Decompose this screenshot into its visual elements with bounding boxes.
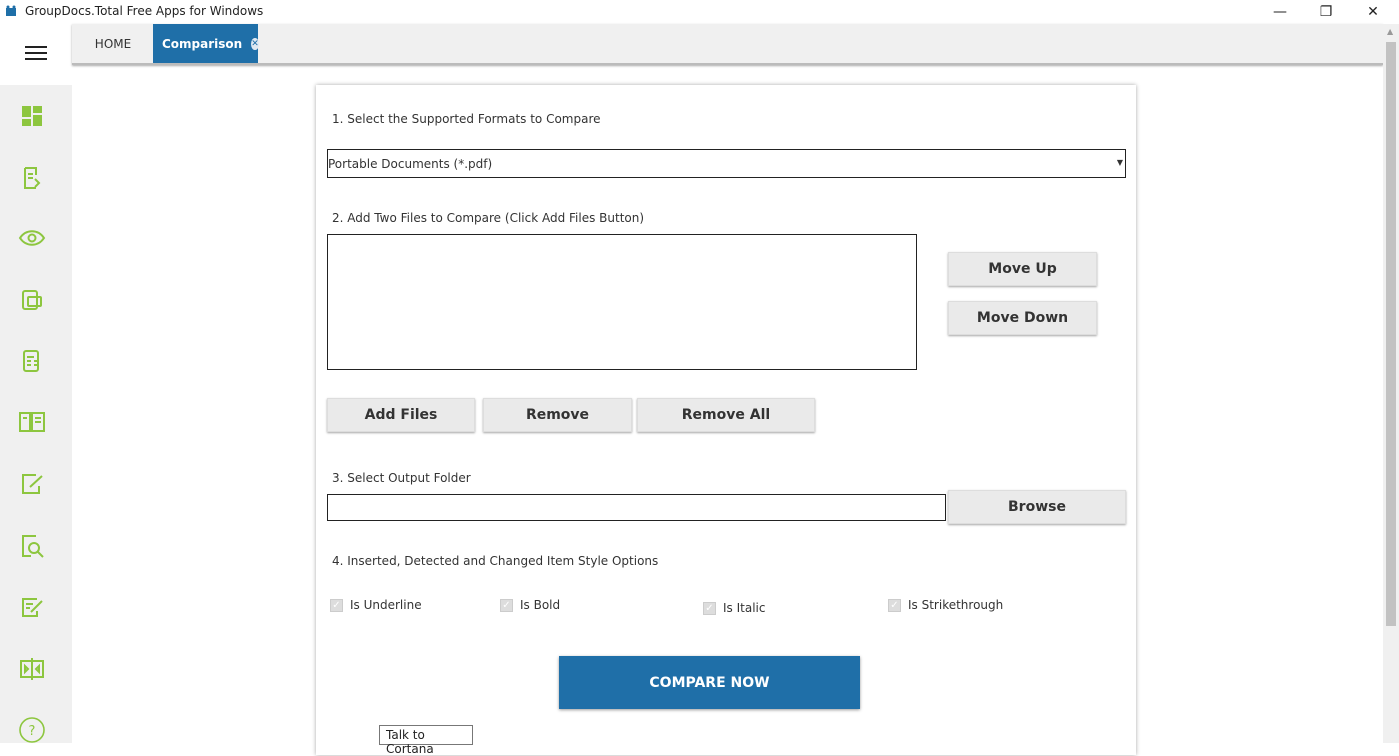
window-title: GroupDocs.Total Free Apps for Windows: [25, 4, 264, 18]
document-split-icon[interactable]: [18, 408, 46, 436]
close-window-button[interactable]: ✕: [1350, 0, 1396, 24]
document-merge-icon[interactable]: [18, 286, 46, 314]
add-files-button[interactable]: Add Files: [327, 398, 475, 432]
remove-all-button[interactable]: Remove All: [637, 398, 815, 432]
document-search-icon[interactable]: [18, 532, 46, 560]
remove-button[interactable]: Remove: [483, 398, 632, 432]
restore-button[interactable]: ❐: [1303, 0, 1349, 24]
chevron-down-icon: ▼: [1116, 158, 1123, 167]
compare-now-button[interactable]: COMPARE NOW: [559, 656, 860, 709]
svg-text:?: ?: [29, 724, 36, 739]
dashboard-icon[interactable]: [18, 102, 46, 130]
close-tab-icon[interactable]: ✕: [251, 37, 259, 50]
format-selected-value: Portable Documents (*.pdf): [328, 157, 493, 171]
step1-label: 1. Select the Supported Formats to Compa…: [332, 112, 601, 126]
title-bar: GroupDocs.Total Free Apps for Windows — …: [0, 0, 1399, 24]
minimize-button[interactable]: —: [1257, 0, 1303, 24]
format-select[interactable]: Portable Documents (*.pdf) ▼: [327, 149, 1126, 178]
hamburger-menu-icon[interactable]: [25, 46, 47, 62]
checkbox-label: Is Strikethrough: [908, 598, 1004, 612]
checkmark-icon: ✓: [888, 598, 901, 612]
document-convert-icon[interactable]: [18, 164, 46, 192]
checkbox-label: Is Bold: [520, 598, 561, 612]
underline-checkbox[interactable]: ✓ Is Underline: [330, 598, 422, 612]
app-logo-icon: [6, 5, 16, 16]
viewer-eye-icon[interactable]: [18, 224, 46, 252]
document-edit-icon[interactable]: [18, 470, 46, 498]
checkmark-icon: ✓: [330, 598, 343, 612]
tab-bar: HOME Comparison ✕: [72, 24, 1383, 65]
vertical-scrollbar[interactable]: ▲: [1383, 24, 1399, 743]
files-list[interactable]: [327, 234, 917, 370]
italic-checkbox[interactable]: ✓ Is Italic: [703, 601, 765, 615]
browse-button[interactable]: Browse: [948, 490, 1126, 524]
cortana-tooltip: Talk to Cortana: [379, 725, 473, 756]
document-parser-icon[interactable]: [18, 347, 46, 375]
step2-label: 2. Add Two Files to Compare (Click Add F…: [332, 211, 645, 225]
tab-comparison[interactable]: Comparison ✕: [153, 24, 259, 63]
strikethrough-checkbox[interactable]: ✓ Is Strikethrough: [888, 598, 1003, 612]
step4-label: 4. Inserted, Detected and Changed Item S…: [332, 554, 659, 568]
sidebar-header: [0, 24, 72, 85]
checkmark-icon: ✓: [500, 598, 513, 612]
step3-label: 3. Select Output Folder: [332, 471, 471, 485]
checkbox-label: Is Italic: [723, 601, 766, 615]
scroll-up-icon[interactable]: ▲: [1387, 27, 1393, 36]
help-icon[interactable]: ?: [18, 716, 46, 744]
comparison-form: 1. Select the Supported Formats to Compa…: [316, 85, 1136, 755]
scrollbar-thumb[interactable]: [1386, 42, 1396, 626]
document-compare-icon[interactable]: [18, 655, 46, 683]
tab-home[interactable]: HOME: [82, 24, 144, 63]
document-annotate-icon[interactable]: [18, 593, 46, 621]
tab-comparison-label: Comparison: [162, 36, 243, 51]
checkbox-label: Is Underline: [350, 598, 422, 612]
checkmark-icon: ✓: [703, 601, 716, 615]
move-down-button[interactable]: Move Down: [948, 301, 1097, 335]
bold-checkbox[interactable]: ✓ Is Bold: [500, 598, 560, 612]
sidebar: ?: [0, 24, 72, 743]
move-up-button[interactable]: Move Up: [948, 252, 1097, 286]
output-folder-input[interactable]: [327, 494, 946, 521]
